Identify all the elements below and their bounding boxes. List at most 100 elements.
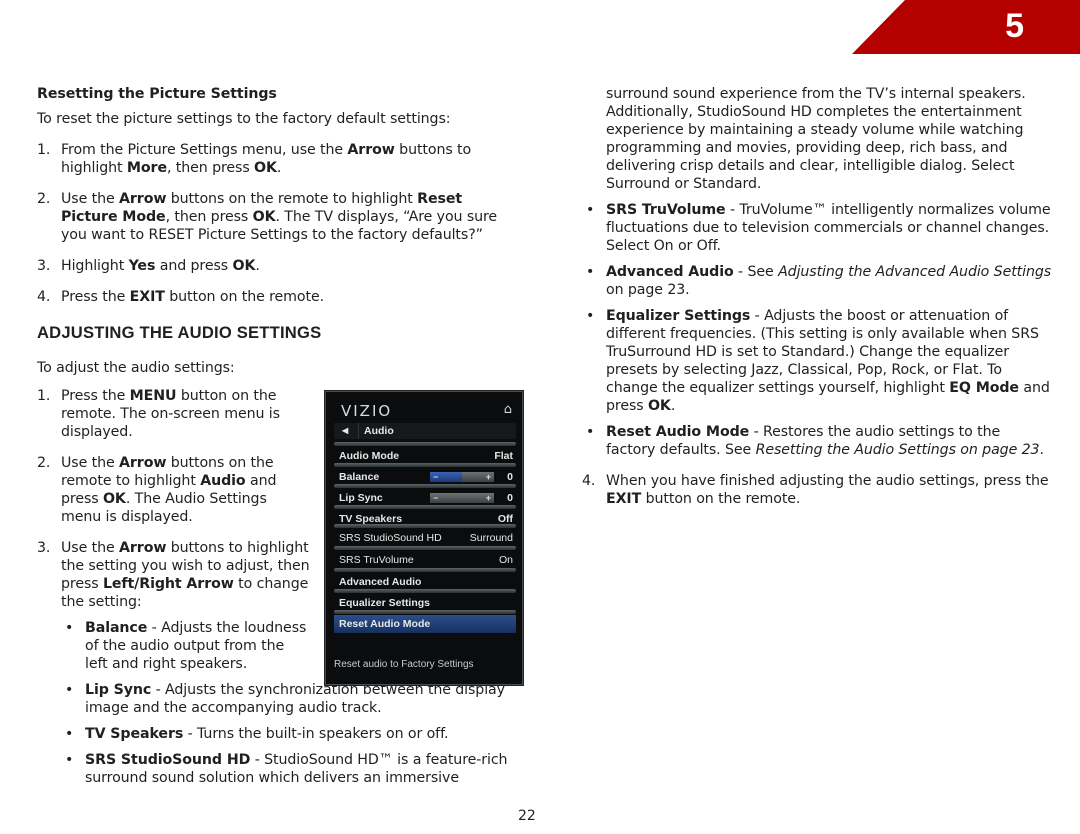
bullet-text: Balance - Adjusts the loudness of the au… — [85, 620, 307, 672]
bullet-text: SRS StudioSound HD - StudioSound HD™ is … — [85, 752, 508, 786]
right-bullet-list: • SRS TruVolume - TruVolume™ intelligentl… — [582, 201, 1052, 459]
row-separator — [334, 524, 516, 528]
bullet-dot: • — [65, 620, 74, 636]
bullet-term: OK — [647, 398, 671, 414]
step-number: 1. — [37, 388, 51, 404]
step-number: 4. — [37, 289, 51, 305]
tv-menu-back-bar: ◀ Audio — [334, 423, 516, 439]
bullet-dot: • — [65, 726, 74, 742]
bold-term: OK — [232, 258, 256, 274]
tv-menu-help-text: Reset audio to Factory Settings — [334, 659, 474, 670]
bullet-term: Advanced Audio — [606, 264, 734, 280]
bold-term: Arrow — [119, 540, 167, 556]
bullet-text: Lip Sync - Adjusts the synchronization b… — [85, 682, 505, 716]
tv-row-label: SRS TruVolume — [339, 554, 414, 566]
bullet-term: EQ Mode — [949, 380, 1019, 396]
tv-slider: − + — [430, 493, 494, 503]
step-text: From the Picture Settings menu, use the … — [61, 142, 472, 176]
bold-term: Arrow — [119, 455, 167, 471]
step-number: 2. — [37, 191, 51, 207]
tv-row-label: Reset Audio Mode — [339, 618, 431, 630]
bullet-item: • Advanced Audio - See Adjusting the Adva… — [582, 263, 1052, 299]
step-number: 1. — [37, 142, 51, 158]
bullet-item: • Reset Audio Mode - Restores the audio s… — [582, 423, 1052, 459]
tv-row-value: Surround — [469, 532, 513, 544]
bullet-term: SRS StudioSound HD — [85, 752, 251, 768]
tv-audio-menu: VIZIO ⌂ ◀ Audio Audio Mode Flat Balance − +0… — [325, 391, 523, 685]
step-number: 4. — [582, 473, 596, 489]
bullet-text: Equalizer Settings - Adjusts the boost o… — [606, 308, 1050, 414]
home-icon: ⌂ — [503, 402, 512, 417]
bullet-dot: • — [586, 424, 595, 440]
reset-steps-list: 1. From the Picture Settings menu, use th… — [37, 141, 517, 306]
row-separator — [334, 484, 516, 488]
step-text: Press the EXIT button on the remote. — [61, 289, 324, 305]
bullet-term: SRS TruVolume — [606, 202, 726, 218]
step-number: 2. — [37, 455, 51, 471]
bullet-term: Equalizer Settings — [606, 308, 751, 324]
step-number: 3. — [37, 540, 51, 556]
tv-menu-row[interactable]: SRS TruVolume On — [334, 546, 516, 569]
bullet-item: • Balance - Adjusts the loudness of the a… — [61, 619, 311, 673]
bullet-term: Balance — [85, 620, 148, 636]
bold-term: EXIT — [606, 491, 642, 507]
back-arrow-icon: ◀ — [342, 426, 349, 435]
step-text: Use the Arrow buttons to highlight the s… — [61, 540, 310, 610]
bold-term: OK — [252, 209, 276, 225]
right-column: surround sound experience from the TV’s … — [582, 85, 1052, 508]
step-text: When you have finished adjusting the aud… — [606, 473, 1049, 507]
cross-reference: Adjusting the Advanced Audio Settings — [778, 264, 1052, 280]
chapter-tab-shape — [852, 0, 1080, 54]
row-separator — [334, 442, 516, 446]
bullet-item: • Lip Sync - Adjusts the synchronization … — [61, 681, 545, 717]
bullet-item: • SRS TruVolume - TruVolume™ intelligentl… — [582, 201, 1052, 255]
audio-intro: To adjust the audio settings: — [37, 360, 235, 376]
subheading-resetting-picture: Resetting the Picture Settings — [37, 86, 277, 102]
bullet-dot: • — [586, 264, 595, 280]
bold-term: Arrow — [119, 191, 167, 207]
bullet-term: Lip Sync — [85, 682, 152, 698]
step-text: Use the Arrow buttons on the remote to h… — [61, 191, 498, 243]
chapter-tab: 5 — [798, 0, 1080, 54]
step-item: 1. Press the MENU button on the remote. T… — [37, 387, 311, 441]
page-number: 22 — [518, 808, 536, 824]
bullet-text: SRS TruVolume - TruVolume™ intelligently… — [606, 202, 1051, 254]
reset-intro: To reset the picture settings to the fac… — [37, 111, 451, 127]
bold-term: OK — [102, 491, 126, 507]
step-item: 3. Use the Arrow buttons to highlight the… — [37, 539, 311, 611]
tv-row-label: SRS StudioSound HD — [339, 532, 442, 544]
bold-term: Left/Right Arrow — [102, 576, 234, 592]
studiosound-continuation: surround sound experience from the TV’s … — [606, 86, 1026, 192]
step-text: Highlight Yes and press OK. — [61, 258, 260, 274]
tv-menu-row[interactable]: Reset Audio Mode — [334, 610, 516, 633]
bullet-dot: • — [65, 682, 74, 698]
step-text: Use the Arrow buttons on the remote to h… — [61, 455, 277, 525]
bold-term: MENU — [129, 388, 177, 404]
row-separator — [334, 610, 516, 614]
step-item: 2. Use the Arrow buttons on the remote to… — [37, 454, 311, 526]
bullet-dot: • — [65, 752, 74, 768]
cross-reference: Resetting the Audio Settings on page 23 — [755, 442, 1040, 458]
row-separator — [334, 568, 516, 572]
tv-slider: − + — [430, 472, 494, 482]
bullet-text: Advanced Audio - See Adjusting the Advan… — [606, 264, 1052, 298]
step-text: Press the MENU button on the remote. The… — [61, 388, 280, 440]
bullet-dot: • — [586, 202, 595, 218]
bullet-item: • SRS StudioSound HD - StudioSound HD™ is… — [61, 751, 545, 787]
tv-menu-row[interactable]: SRS StudioSound HD Surround — [334, 524, 516, 547]
bullet-item: • Equalizer Settings - Adjusts the boost … — [582, 307, 1052, 415]
tv-menu-title: Audio — [364, 425, 394, 437]
bold-term: Yes — [128, 258, 156, 274]
row-separator — [334, 463, 516, 467]
section-title: ADJUSTING THE AUDIO SETTINGS — [37, 323, 322, 342]
bullet-text: Reset Audio Mode - Restores the audio se… — [606, 424, 1044, 458]
row-separator — [334, 546, 516, 550]
step-item: 1. From the Picture Settings menu, use th… — [37, 141, 517, 177]
row-separator — [334, 589, 516, 593]
back-divider — [358, 423, 359, 439]
bold-term: EXIT — [129, 289, 165, 305]
step-item: 2. Use the Arrow buttons on the remote to… — [37, 190, 517, 244]
chapter-number: 5 — [1005, 7, 1024, 45]
bullet-item: • TV Speakers - Turns the built-in speake… — [61, 725, 545, 743]
bold-term: OK — [254, 160, 277, 176]
